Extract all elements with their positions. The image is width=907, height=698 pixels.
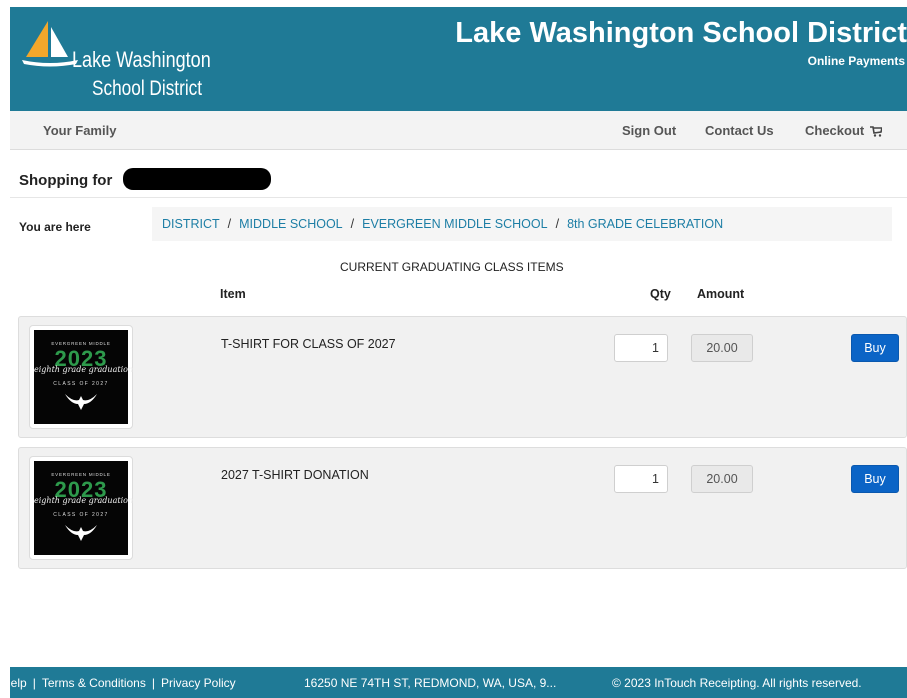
quantity-input[interactable] bbox=[614, 334, 668, 362]
footer-links: Help | Terms & Conditions | Privacy Policy bbox=[2, 676, 236, 690]
footer-help-link[interactable]: Help bbox=[2, 676, 27, 690]
eagle-icon bbox=[65, 525, 97, 541]
cart-icon bbox=[870, 126, 883, 137]
item-thumbnail: EVERGREEN MIDDLE 2023 eighth grade gradu… bbox=[29, 325, 133, 429]
breadcrumb: DISTRICT / MIDDLE SCHOOL / EVERGREEN MIDDLE … bbox=[152, 207, 892, 241]
breadcrumb-separator: / bbox=[227, 217, 232, 231]
breadcrumb-separator: / bbox=[350, 217, 355, 231]
item-image: EVERGREEN MIDDLE 2023 eighth grade gradu… bbox=[34, 461, 134, 555]
you-are-here-label: You are here bbox=[19, 220, 91, 234]
item-thumbnail: EVERGREEN MIDDLE 2023 eighth grade gradu… bbox=[29, 456, 133, 560]
column-header-item: Item bbox=[220, 287, 246, 301]
column-header-qty: Qty bbox=[650, 287, 671, 301]
amount-field: 20.00 bbox=[691, 334, 753, 362]
redacted-name bbox=[123, 168, 271, 190]
breadcrumb-evergreen-middle-school[interactable]: EVERGREEN MIDDLE SCHOOL bbox=[362, 217, 547, 231]
divider bbox=[10, 197, 907, 198]
checkout-label: Checkout bbox=[805, 123, 865, 138]
eagle-icon bbox=[65, 394, 97, 410]
item-name: T-SHIRT FOR CLASS OF 2027 bbox=[221, 337, 396, 351]
thumb-class-text: CLASS OF 2027 bbox=[53, 381, 109, 387]
footer-address: 16250 NE 74TH ST, REDMOND, WA, USA, 9... bbox=[304, 676, 557, 690]
nav-your-family[interactable]: Your Family bbox=[43, 123, 116, 138]
district-logo[interactable]: Lake Washington School District bbox=[20, 19, 235, 109]
logo-text-line1: Lake Washington bbox=[72, 47, 211, 72]
top-nav: Your Family Sign Out Contact Us Checkout bbox=[10, 111, 907, 150]
section-title: CURRENT GRADUATING CLASS ITEMS bbox=[340, 260, 564, 274]
buy-button[interactable]: Buy bbox=[851, 465, 899, 493]
breadcrumb-district[interactable]: DISTRICT bbox=[162, 217, 220, 231]
thumb-script-text: eighth grade graduation bbox=[34, 496, 134, 505]
footer-privacy-link[interactable]: Privacy Policy bbox=[161, 676, 236, 690]
footer-separator: | bbox=[151, 676, 155, 690]
breadcrumb-8th-grade-celebration[interactable]: 8th GRADE CELEBRATION bbox=[567, 217, 723, 231]
online-payments-subtitle: Online Payments bbox=[807, 54, 905, 68]
column-header-amount: Amount bbox=[697, 287, 745, 301]
shopping-for-label: Shopping for bbox=[19, 172, 113, 189]
thumb-script-text: eighth grade graduation bbox=[34, 365, 134, 374]
footer-terms-link[interactable]: Terms & Conditions bbox=[42, 676, 146, 690]
buy-button[interactable]: Buy bbox=[851, 334, 899, 362]
nav-contact-us[interactable]: Contact Us bbox=[705, 123, 774, 138]
site-header: Lake Washington School District Lake Was… bbox=[10, 7, 907, 111]
sailboat-logo-icon bbox=[22, 21, 78, 67]
nav-sign-out[interactable]: Sign Out bbox=[622, 123, 676, 138]
breadcrumb-middle-school[interactable]: MIDDLE SCHOOL bbox=[239, 217, 343, 231]
nav-checkout[interactable]: Checkout bbox=[805, 123, 883, 138]
item-row: EVERGREEN MIDDLE 2023 eighth grade gradu… bbox=[18, 316, 907, 438]
footer-copyright: © 2023 InTouch Receipting. All rights re… bbox=[612, 676, 862, 690]
breadcrumb-separator: / bbox=[555, 217, 560, 231]
footer-separator: | bbox=[32, 676, 36, 690]
site-footer: Help | Terms & Conditions | Privacy Policy 1… bbox=[2, 667, 907, 698]
item-row: EVERGREEN MIDDLE 2023 eighth grade gradu… bbox=[18, 447, 907, 569]
district-title: Lake Washington School District bbox=[455, 17, 907, 49]
quantity-input[interactable] bbox=[614, 465, 668, 493]
item-name: 2027 T-SHIRT DONATION bbox=[221, 468, 369, 482]
logo-text-line2: School District bbox=[92, 77, 203, 100]
thumb-class-text: CLASS OF 2027 bbox=[53, 512, 109, 518]
item-image: EVERGREEN MIDDLE 2023 eighth grade gradu… bbox=[34, 330, 134, 424]
amount-field: 20.00 bbox=[691, 465, 753, 493]
